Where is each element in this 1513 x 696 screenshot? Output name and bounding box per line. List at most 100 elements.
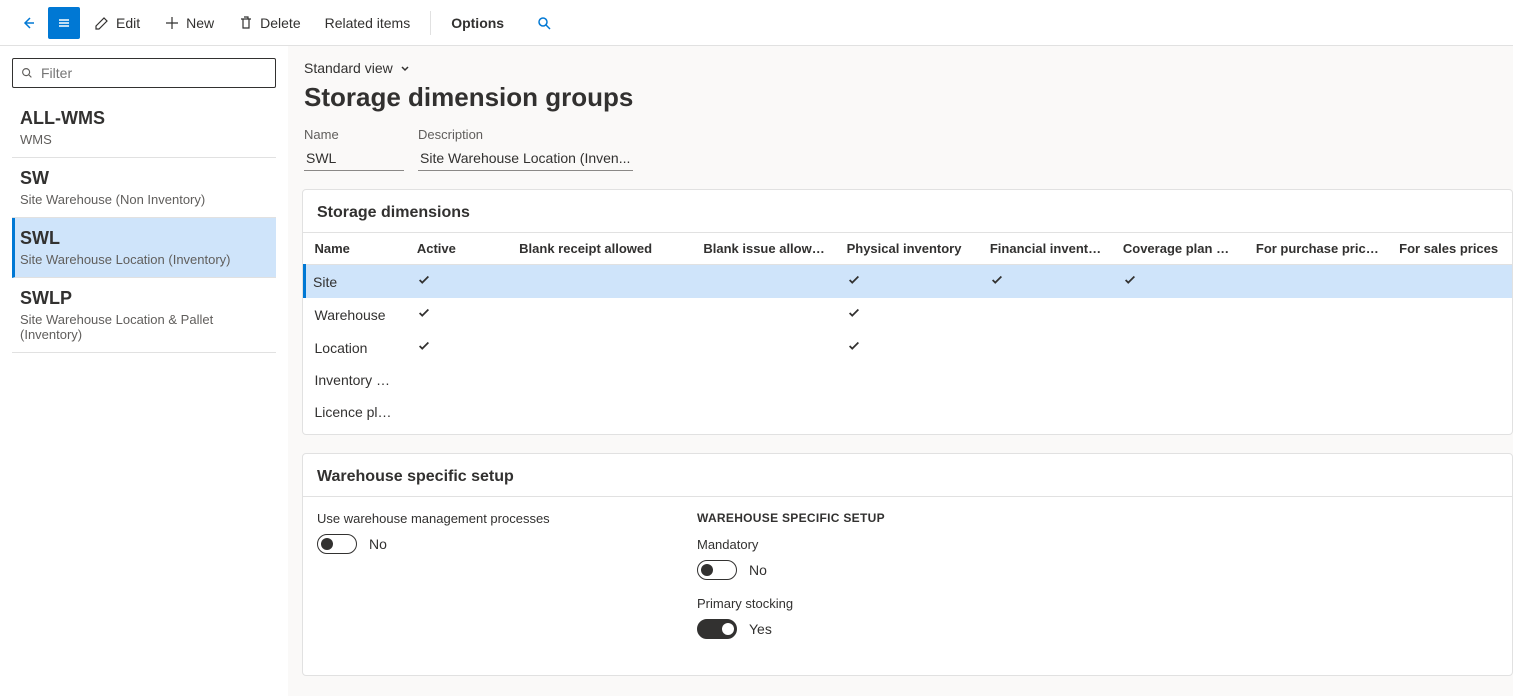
grid-cell-check[interactable]: [837, 331, 980, 364]
check-icon: [1123, 273, 1137, 290]
grid-cell-check[interactable]: [509, 331, 693, 364]
sidebar-item-swlp[interactable]: SWLPSite Warehouse Location & Pallet (In…: [12, 278, 276, 353]
check-icon: [847, 273, 861, 290]
grid-cell-check[interactable]: [509, 396, 693, 428]
view-name: Standard view: [304, 60, 393, 76]
grid-cell-name[interactable]: Warehouse: [305, 298, 407, 331]
name-field[interactable]: [304, 146, 404, 171]
grid-cell-check[interactable]: [837, 265, 980, 299]
sidebar-item-sw[interactable]: SWSite Warehouse (Non Inventory): [12, 158, 276, 218]
grid-cell-check[interactable]: [407, 265, 509, 299]
grid-cell-check[interactable]: [693, 331, 836, 364]
grid-row[interactable]: Site: [305, 265, 1513, 299]
grid-cell-check[interactable]: [407, 396, 509, 428]
back-button[interactable]: [12, 7, 44, 39]
grid-row[interactable]: Licence plate: [305, 396, 1513, 428]
grid-cell-check[interactable]: [1113, 364, 1246, 396]
new-button[interactable]: New: [154, 7, 224, 39]
sidebar-item-swl[interactable]: SWLSite Warehouse Location (Inventory): [12, 218, 276, 278]
chevron-down-icon: [399, 62, 411, 74]
grid-row[interactable]: Location: [305, 331, 1513, 364]
use-wms-value: No: [369, 536, 387, 552]
grid-cell-check[interactable]: [1389, 396, 1512, 428]
grid-cell-check[interactable]: [693, 396, 836, 428]
grid-cell-check[interactable]: [837, 364, 980, 396]
search-icon: [20, 66, 34, 80]
grid-cell-check[interactable]: [980, 298, 1113, 331]
sidebar-item-all-wms[interactable]: ALL-WMSWMS: [12, 98, 276, 158]
delete-label: Delete: [260, 15, 300, 31]
grid-cell-check[interactable]: [693, 298, 836, 331]
check-icon: [847, 306, 861, 323]
mandatory-toggle[interactable]: [697, 560, 737, 580]
grid-cell-check[interactable]: [1113, 298, 1246, 331]
description-field[interactable]: [418, 146, 633, 171]
grid-cell-check[interactable]: [1246, 298, 1389, 331]
view-selector[interactable]: Standard view: [304, 60, 411, 76]
related-items-button[interactable]: Related items: [315, 7, 421, 39]
list-button[interactable]: [48, 7, 80, 39]
grid-cell-check[interactable]: [1246, 396, 1389, 428]
grid-cell-name[interactable]: Location: [305, 331, 407, 364]
grid-cell-check[interactable]: [1113, 265, 1246, 299]
grid-header[interactable]: Financial inventory: [980, 233, 1113, 265]
grid-cell-check[interactable]: [693, 265, 836, 299]
grid-cell-name[interactable]: Site: [305, 265, 407, 299]
list-item-subtitle: WMS: [20, 132, 268, 147]
search-button[interactable]: [528, 7, 560, 39]
mandatory-value: No: [749, 562, 767, 578]
warehouse-setup-heading: WAREHOUSE SPECIFIC SETUP: [697, 511, 997, 525]
name-label: Name: [304, 127, 404, 142]
grid-cell-check[interactable]: [1389, 364, 1512, 396]
grid-header[interactable]: Name: [305, 233, 407, 265]
storage-dimensions-card: Storage dimensions NameActiveBlank recei…: [302, 189, 1513, 435]
grid-cell-check[interactable]: [1246, 364, 1389, 396]
grid-row[interactable]: Inventory st...: [305, 364, 1513, 396]
primary-stocking-value: Yes: [749, 621, 772, 637]
grid-header[interactable]: For purchase prices: [1246, 233, 1389, 265]
page-title: Storage dimension groups: [304, 82, 1513, 113]
options-button[interactable]: Options: [441, 7, 514, 39]
edit-button[interactable]: Edit: [84, 7, 150, 39]
filter-input[interactable]: [12, 58, 276, 88]
grid-cell-check[interactable]: [1389, 265, 1512, 299]
primary-stocking-label: Primary stocking: [697, 596, 997, 611]
grid-cell-check[interactable]: [980, 364, 1113, 396]
grid-cell-check[interactable]: [1113, 396, 1246, 428]
grid-header[interactable]: Blank issue allowed: [693, 233, 836, 265]
grid-cell-name[interactable]: Licence plate: [305, 396, 407, 428]
delete-button[interactable]: Delete: [228, 7, 310, 39]
grid-header[interactable]: Blank receipt allowed: [509, 233, 693, 265]
grid-header[interactable]: Coverage plan by di...: [1113, 233, 1246, 265]
mandatory-label: Mandatory: [697, 537, 997, 552]
grid-cell-check[interactable]: [509, 364, 693, 396]
list-item-title: SW: [20, 168, 268, 189]
grid-cell-check[interactable]: [509, 265, 693, 299]
grid-cell-check[interactable]: [837, 396, 980, 428]
primary-stocking-toggle[interactable]: [697, 619, 737, 639]
grid-cell-check[interactable]: [980, 396, 1113, 428]
grid-cell-check[interactable]: [407, 331, 509, 364]
action-pane: Edit New Delete Related items Options: [0, 0, 1513, 46]
grid-cell-check[interactable]: [509, 298, 693, 331]
use-wms-toggle[interactable]: [317, 534, 357, 554]
grid-cell-check[interactable]: [1246, 331, 1389, 364]
grid-row[interactable]: Warehouse: [305, 298, 1513, 331]
main-content: Standard view Storage dimension groups N…: [288, 46, 1513, 696]
grid-header[interactable]: Physical inventory: [837, 233, 980, 265]
grid-cell-check[interactable]: [1113, 331, 1246, 364]
grid-cell-check[interactable]: [407, 364, 509, 396]
grid-cell-check[interactable]: [407, 298, 509, 331]
grid-cell-check[interactable]: [1389, 331, 1512, 364]
grid-header[interactable]: For sales prices: [1389, 233, 1512, 265]
toolbar-separator: [430, 11, 431, 35]
grid-cell-check[interactable]: [693, 364, 836, 396]
grid-cell-check[interactable]: [1246, 265, 1389, 299]
grid-cell-check[interactable]: [1389, 298, 1512, 331]
list-item-title: SWL: [20, 228, 268, 249]
grid-header[interactable]: Active: [407, 233, 509, 265]
grid-cell-check[interactable]: [980, 331, 1113, 364]
grid-cell-check[interactable]: [980, 265, 1113, 299]
grid-cell-name[interactable]: Inventory st...: [305, 364, 407, 396]
grid-cell-check[interactable]: [837, 298, 980, 331]
